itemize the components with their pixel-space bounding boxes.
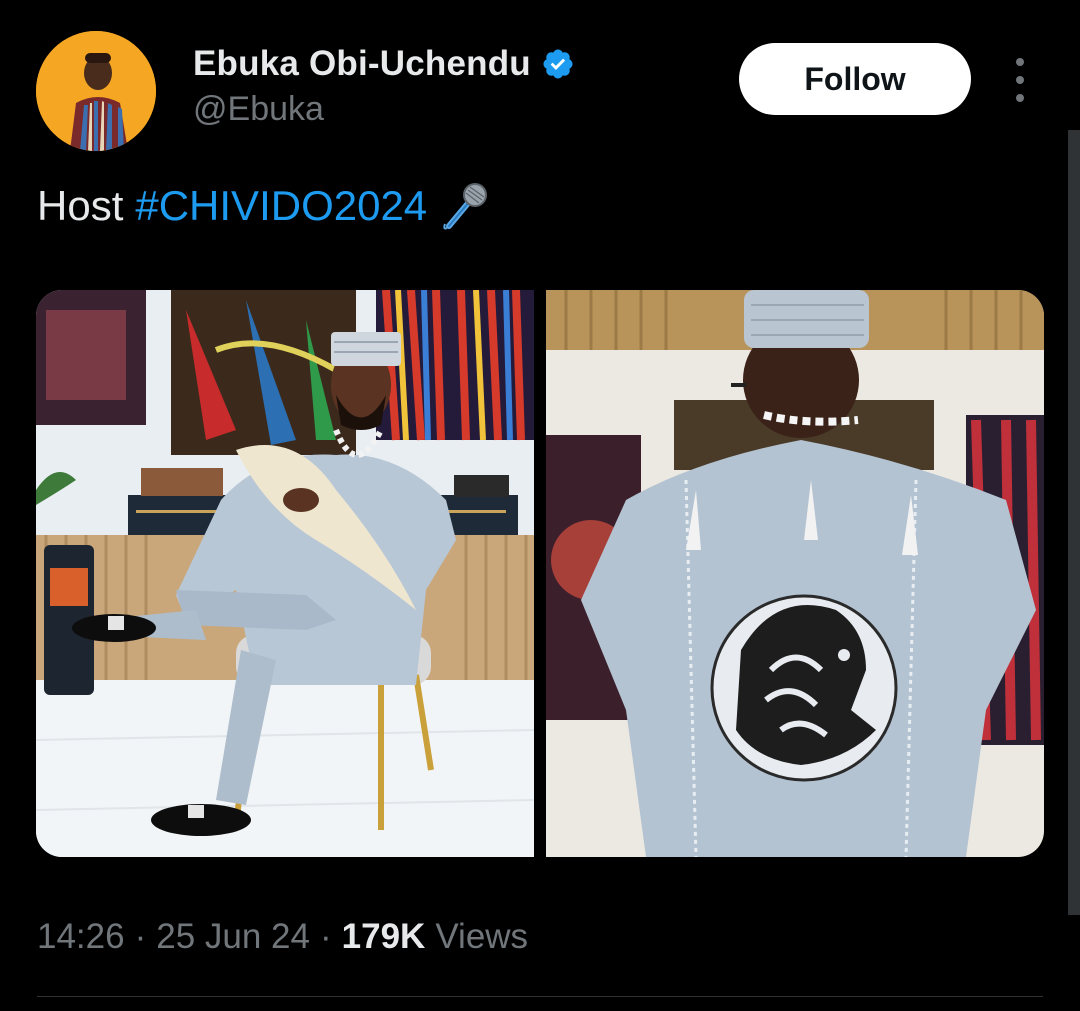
views-label: Views bbox=[435, 917, 529, 956]
avatar[interactable] bbox=[36, 31, 156, 151]
tweet-text-plain: Host bbox=[37, 182, 124, 229]
views-count[interactable]: 179K bbox=[342, 917, 426, 957]
more-vertical-icon[interactable] bbox=[1009, 58, 1031, 102]
divider bbox=[37, 996, 1043, 997]
photo-seated-man[interactable] bbox=[36, 290, 534, 857]
meta-separator: · bbox=[134, 917, 147, 956]
avatar-image bbox=[36, 31, 156, 151]
photo-agbada-back-panther[interactable] bbox=[546, 290, 1044, 857]
follow-button[interactable]: Follow bbox=[739, 43, 971, 115]
meta-separator: · bbox=[320, 917, 332, 956]
tweet-date[interactable]: 25 Jun 24 bbox=[156, 917, 310, 957]
scrollbar[interactable] bbox=[1068, 130, 1080, 915]
microphone-icon bbox=[443, 183, 488, 230]
author-handle[interactable]: @Ebuka bbox=[193, 90, 324, 129]
author-name[interactable]: Ebuka Obi-Uchendu bbox=[193, 44, 531, 84]
tweet-meta: 14:26 · 25 Jun 24 · 179K Views bbox=[37, 917, 528, 957]
tweet-text: Host #CHIVIDO2024 bbox=[37, 180, 491, 232]
author-name-row[interactable]: Ebuka Obi-Uchendu bbox=[193, 44, 575, 84]
verified-badge-icon bbox=[543, 49, 573, 79]
tweet-time[interactable]: 14:26 bbox=[37, 917, 125, 957]
hashtag-link[interactable]: #CHIVIDO2024 bbox=[135, 182, 427, 230]
media-grid bbox=[36, 290, 1044, 857]
